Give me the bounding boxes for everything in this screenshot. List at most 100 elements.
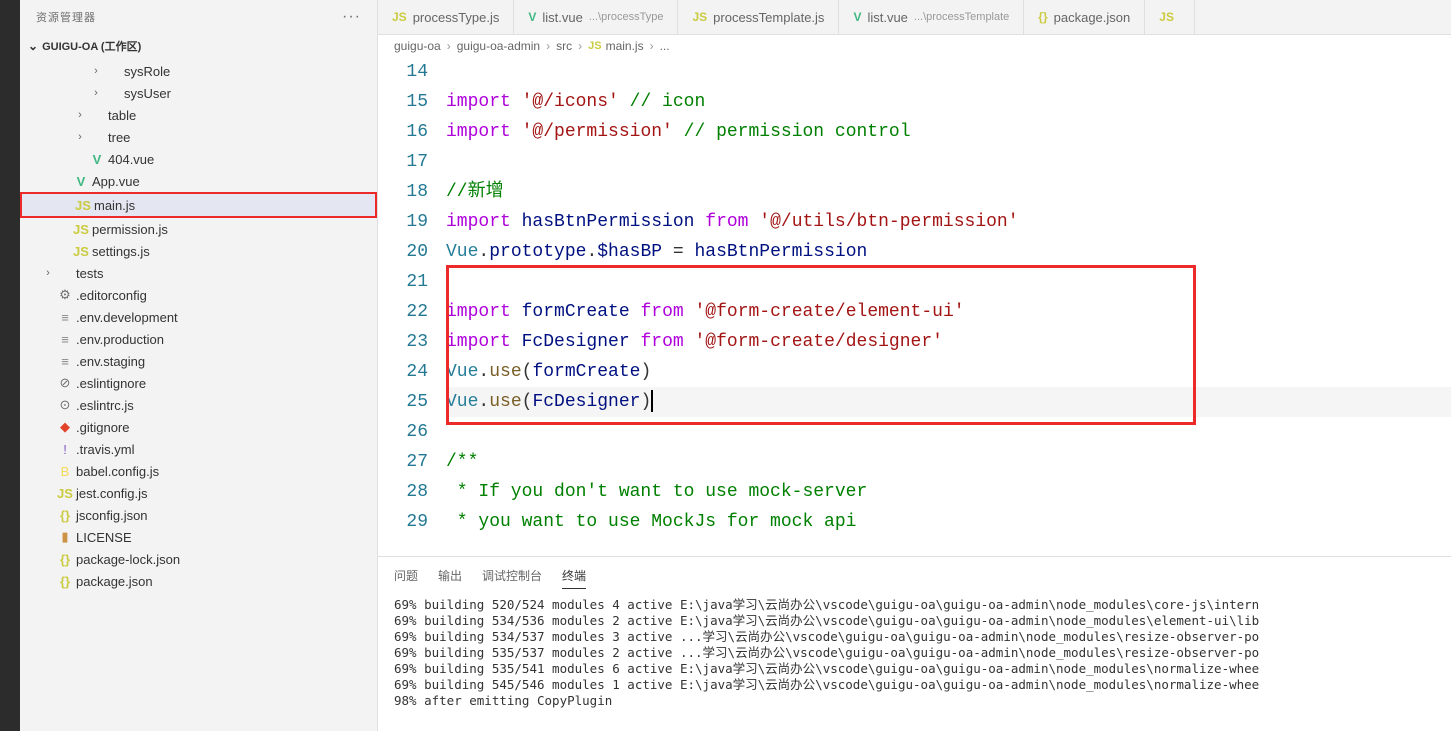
workspace-header[interactable]: ⌄ GUIGU-OA (工作区)	[20, 34, 377, 58]
tree-item-label: .editorconfig	[76, 288, 369, 303]
code-line[interactable]: //新增	[446, 177, 1451, 207]
tree-item[interactable]: ›sysUser	[20, 82, 377, 104]
breadcrumb-part[interactable]: guigu-oa	[394, 39, 441, 53]
code-line[interactable]: Vue.use(formCreate)	[446, 357, 1451, 387]
tree-item[interactable]: ⊙.eslintrc.js	[20, 394, 377, 416]
tree-item[interactable]: JSsettings.js	[20, 240, 377, 262]
tree-item[interactable]: ≡.env.staging	[20, 350, 377, 372]
code-line[interactable]	[446, 417, 1451, 447]
tree-item[interactable]: JSjest.config.js	[20, 482, 377, 504]
code-line[interactable]: import '@/icons' // icon	[446, 87, 1451, 117]
panel-tab[interactable]: 问题	[394, 563, 418, 589]
tree-item[interactable]: Bbabel.config.js	[20, 460, 377, 482]
tree-item-label: package.json	[76, 574, 369, 589]
breadcrumb-file[interactable]: main.js	[606, 39, 644, 53]
tree-item-label: .eslintrc.js	[76, 398, 369, 413]
activity-bar[interactable]	[0, 0, 20, 731]
file-icon: ≡	[56, 354, 74, 369]
code-line[interactable]	[446, 147, 1451, 177]
tree-item[interactable]: ≡.env.production	[20, 328, 377, 350]
tree-item[interactable]: ›tree	[20, 126, 377, 148]
tree-item-label: permission.js	[92, 222, 369, 237]
explorer-title: 资源管理器	[36, 9, 342, 25]
tree-item[interactable]: V404.vue	[20, 148, 377, 170]
tree-item[interactable]: ›tests	[20, 262, 377, 284]
editor-tabs: JSprocessType.jsVlist.vue...\processType…	[378, 0, 1451, 35]
file-icon: {}	[56, 552, 74, 567]
chevron-down-icon: ⌄	[28, 39, 38, 53]
tree-item[interactable]: {}package.json	[20, 570, 377, 592]
editor-tab[interactable]: {}package.json	[1024, 0, 1145, 34]
code-editor[interactable]: 14151617181920212223242526272829 import …	[378, 57, 1451, 556]
file-icon: {}	[1038, 10, 1047, 24]
tree-item-label: 404.vue	[108, 152, 369, 167]
editor-tab[interactable]: Vlist.vue...\processTemplate	[839, 0, 1024, 34]
tree-item[interactable]: ◆.gitignore	[20, 416, 377, 438]
breadcrumb[interactable]: guigu-oa›guigu-oa-admin›src›JSmain.js›..…	[378, 35, 1451, 57]
chevron-icon: ›	[40, 267, 56, 279]
sidebar: 资源管理器 ··· ⌄ GUIGU-OA (工作区) ›sysRole›sysU…	[20, 0, 378, 731]
tree-item[interactable]: !.travis.yml	[20, 438, 377, 460]
tab-label: list.vue	[867, 10, 907, 25]
editor-tab[interactable]: JS	[1145, 0, 1195, 34]
file-icon: ◆	[56, 419, 74, 435]
editor-tab[interactable]: JSprocessTemplate.js	[678, 0, 839, 34]
tree-item-label: table	[108, 108, 369, 123]
code-line[interactable]: import '@/permission' // permission cont…	[446, 117, 1451, 147]
file-icon: {}	[56, 508, 74, 523]
code-line[interactable]: /**	[446, 447, 1451, 477]
code-line[interactable]	[446, 267, 1451, 297]
tree-item[interactable]: VApp.vue	[20, 170, 377, 192]
breadcrumb-trail: ...	[660, 39, 670, 53]
tree-item-label: jest.config.js	[76, 486, 369, 501]
panel-tab[interactable]: 调试控制台	[482, 563, 542, 589]
tree-item[interactable]: {}package-lock.json	[20, 548, 377, 570]
tree-item[interactable]: ▮LICENSE	[20, 526, 377, 548]
panel-tab[interactable]: 输出	[438, 563, 462, 589]
tree-item-label: .env.development	[76, 310, 369, 325]
editor-tab[interactable]: JSprocessType.js	[378, 0, 514, 34]
file-icon: JS	[72, 244, 90, 259]
chevron-icon: ›	[72, 109, 88, 121]
tree-item[interactable]: JSpermission.js	[20, 218, 377, 240]
tree-item-label: .eslintignore	[76, 376, 369, 391]
file-icon: ⊙	[56, 397, 74, 413]
tree-item-label: main.js	[94, 198, 367, 213]
workspace-name: GUIGU-OA (工作区)	[42, 38, 141, 54]
tree-item-label: babel.config.js	[76, 464, 369, 479]
tree-item-label: .travis.yml	[76, 442, 369, 457]
panel-tabs: 问题输出调试控制台终端	[378, 557, 1451, 589]
panel: 问题输出调试控制台终端 69% building 520/524 modules…	[378, 556, 1451, 731]
panel-tab[interactable]: 终端	[562, 563, 586, 589]
breadcrumb-part[interactable]: guigu-oa-admin	[457, 39, 540, 53]
code-line[interactable]	[446, 57, 1451, 87]
code-line[interactable]: * If you don't want to use mock-server	[446, 477, 1451, 507]
tab-label: processType.js	[413, 10, 500, 25]
file-tree: ›sysRole›sysUser›table›treeV404.vueVApp.…	[20, 58, 377, 731]
code-line[interactable]: import FcDesigner from '@form-create/des…	[446, 327, 1451, 357]
code-line[interactable]: import formCreate from '@form-create/ele…	[446, 297, 1451, 327]
tree-item-label: package-lock.json	[76, 552, 369, 567]
line-numbers: 14151617181920212223242526272829	[378, 57, 446, 556]
code-line[interactable]: import hasBtnPermission from '@/utils/bt…	[446, 207, 1451, 237]
code-line[interactable]: Vue.prototype.$hasBP = hasBtnPermission	[446, 237, 1451, 267]
tree-item-label: App.vue	[92, 174, 369, 189]
editor-tab[interactable]: Vlist.vue...\processType	[514, 0, 678, 34]
tree-item[interactable]: {}jsconfig.json	[20, 504, 377, 526]
tree-item[interactable]: ›sysRole	[20, 60, 377, 82]
file-icon: V	[528, 10, 536, 24]
more-icon[interactable]: ···	[342, 8, 361, 26]
tree-item[interactable]: › table	[20, 104, 377, 126]
explorer-header: 资源管理器 ···	[20, 0, 377, 34]
tree-item[interactable]: ⚙.editorconfig	[20, 284, 377, 306]
code-line[interactable]: Vue.use(FcDesigner)	[446, 387, 1451, 417]
tree-item[interactable]: ≡.env.development	[20, 306, 377, 328]
file-icon: JS	[74, 198, 92, 213]
breadcrumb-part[interactable]: src	[556, 39, 572, 53]
code-line[interactable]: * you want to use MockJs for mock api	[446, 507, 1451, 537]
tree-item[interactable]: JSmain.js	[20, 192, 377, 218]
terminal-output[interactable]: 69% building 520/524 modules 4 active E:…	[378, 589, 1451, 731]
code-content[interactable]: import '@/icons' // iconimport '@/permis…	[446, 57, 1451, 556]
file-icon: V	[72, 174, 90, 189]
tree-item[interactable]: ⊘.eslintignore	[20, 372, 377, 394]
